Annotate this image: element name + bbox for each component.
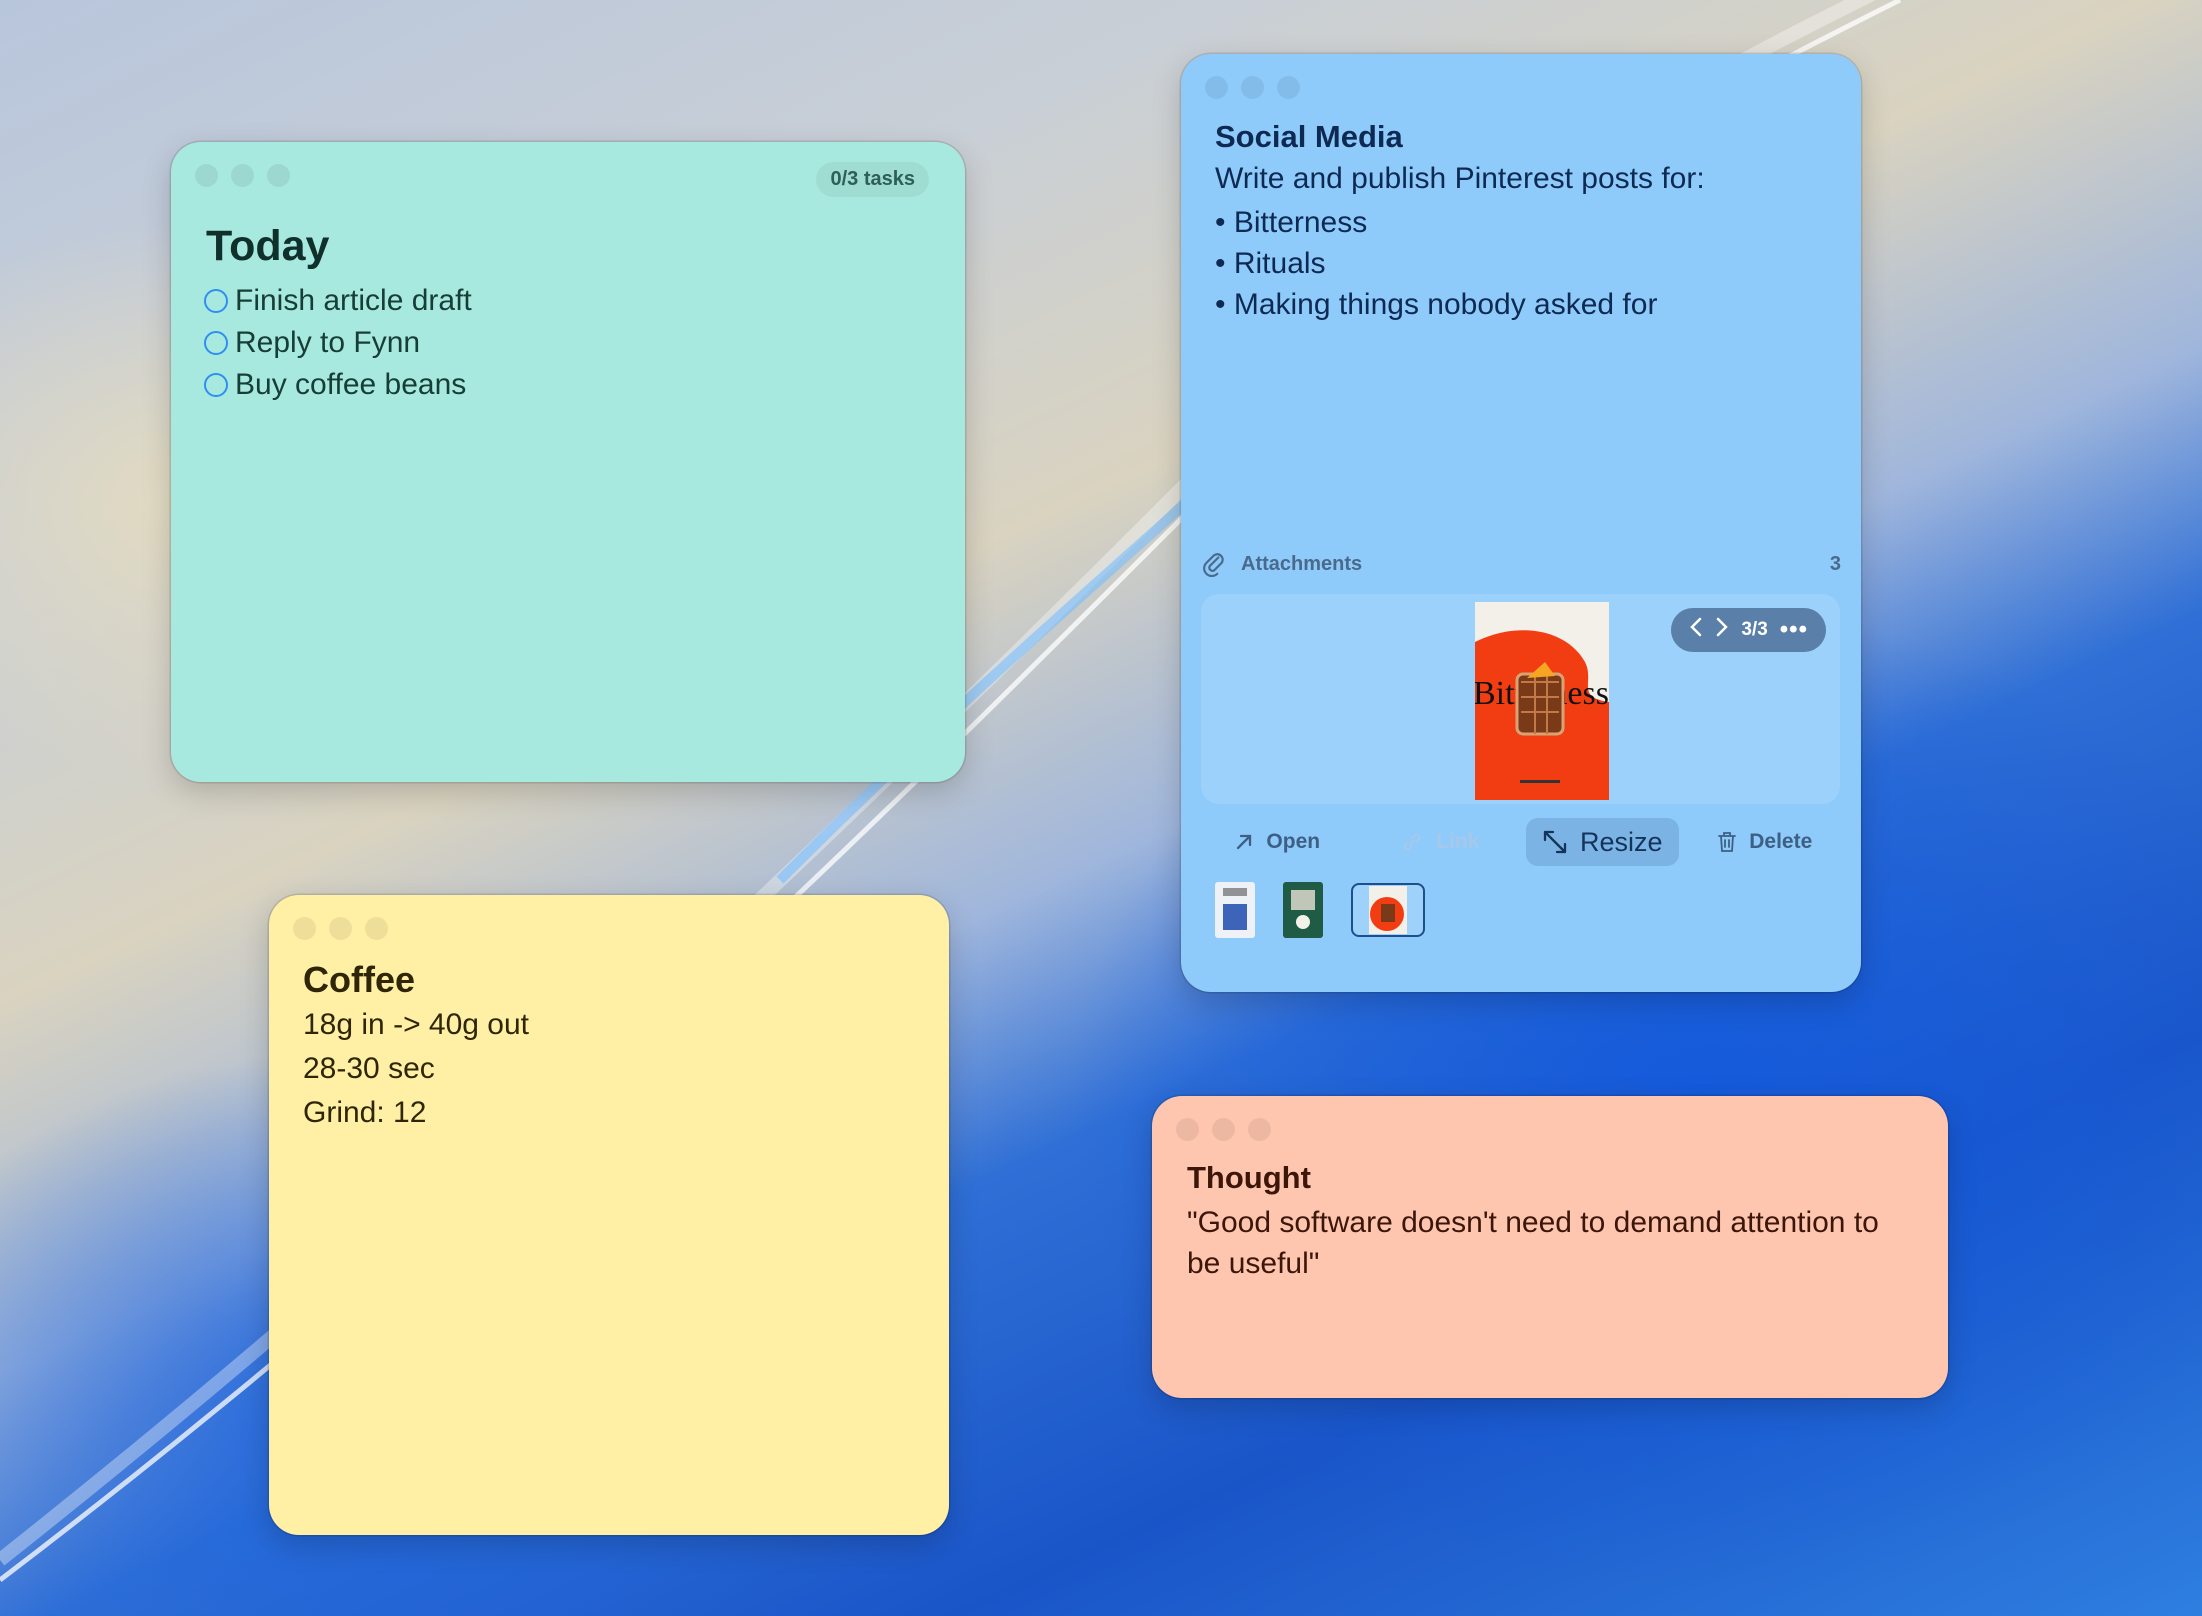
note-body[interactable]: Write and publish Pinterest posts for: •…	[1215, 162, 1705, 329]
attachment-thumbnail[interactable]	[1215, 882, 1255, 938]
bitterness-poster-image: Bitterness	[1475, 602, 1609, 800]
note-today[interactable]: 0/3 tasks Today Finish article draft Rep…	[171, 142, 965, 782]
arrow-up-right-icon	[1237, 834, 1252, 850]
resize-button[interactable]: Resize	[1526, 818, 1679, 866]
minimize-button[interactable]	[231, 164, 254, 187]
note-line: Grind: 12	[303, 1096, 427, 1129]
task-count-badge: 0/3 tasks	[816, 162, 929, 197]
attachment-preview[interactable]: Bitterness 3/3 •••	[1201, 594, 1840, 804]
task-checkbox[interactable]	[204, 331, 228, 355]
resize-arrows-icon	[1543, 830, 1567, 854]
task-item[interactable]: Finish article draft	[204, 280, 472, 322]
chevron-left-icon[interactable]	[1689, 616, 1703, 644]
note-title: Coffee	[303, 959, 416, 1000]
minimize-button[interactable]	[329, 917, 352, 940]
note-coffee[interactable]: Coffee 18g in -> 40g out 28-30 sec Grind…	[269, 895, 949, 1535]
zoom-button[interactable]	[267, 164, 290, 187]
close-button[interactable]	[1176, 1118, 1199, 1141]
note-social-media[interactable]: Social Media Write and publish Pinterest…	[1181, 54, 1861, 992]
close-button[interactable]	[293, 917, 316, 940]
trash-icon	[1718, 832, 1737, 852]
zoom-button[interactable]	[1277, 76, 1300, 99]
zoom-button[interactable]	[365, 917, 388, 940]
note-title: Thought	[1187, 1160, 1311, 1195]
task-label: Finish article draft	[235, 284, 472, 317]
attachments-count: 3	[1829, 552, 1841, 575]
zoom-button[interactable]	[1248, 1118, 1271, 1141]
task-item[interactable]: Reply to Fynn	[204, 322, 472, 364]
note-line: 28-30 sec	[303, 1052, 435, 1085]
delete-button[interactable]: Delete	[1689, 818, 1842, 866]
note-body[interactable]: "Good software doesn't need to demand at…	[1187, 1202, 1917, 1284]
attachment-image[interactable]: Bitterness	[1475, 602, 1609, 800]
attachments-label: Attachments	[1241, 552, 1363, 575]
note-thought[interactable]: Thought "Good software doesn't need to d…	[1152, 1096, 1948, 1398]
bullet-item: • Making things nobody asked for	[1215, 288, 1658, 321]
attachments-header[interactable]: Attachments 3	[1201, 546, 1841, 582]
task-label: Buy coffee beans	[235, 368, 467, 401]
chevron-right-icon[interactable]	[1715, 616, 1729, 644]
minimize-button[interactable]	[1212, 1118, 1235, 1141]
task-list: Finish article draft Reply to Fynn Buy c…	[204, 280, 472, 406]
attachment-thumbnail[interactable]	[1283, 882, 1323, 938]
note-title: Social Media	[1215, 119, 1403, 154]
open-button[interactable]: Open	[1201, 818, 1354, 866]
note-line: 18g in -> 40g out	[303, 1008, 530, 1041]
window-controls[interactable]	[1176, 1118, 1271, 1141]
attachment-thumbnail-selected[interactable]	[1351, 883, 1425, 937]
window-controls[interactable]	[293, 917, 388, 940]
note-body[interactable]: 18g in -> 40g out 28-30 sec Grind: 12	[303, 1008, 529, 1140]
task-checkbox[interactable]	[204, 289, 228, 313]
paperclip-icon	[1203, 553, 1224, 577]
bullet-item: • Bitterness	[1215, 206, 1368, 239]
attachment-pager: 3/3 •••	[1671, 608, 1826, 652]
task-label: Reply to Fynn	[235, 326, 421, 359]
close-button[interactable]	[195, 164, 218, 187]
attachment-actions: Open Link Resize Delete	[1201, 818, 1841, 866]
note-title: Today	[206, 222, 330, 270]
task-item[interactable]: Buy coffee beans	[204, 364, 472, 406]
window-controls[interactable]	[195, 164, 290, 187]
bullet-item: • Rituals	[1215, 247, 1326, 280]
minimize-button[interactable]	[1241, 76, 1264, 99]
close-button[interactable]	[1205, 76, 1228, 99]
window-controls[interactable]	[1205, 76, 1300, 99]
note-intro: Write and publish Pinterest posts for:	[1215, 162, 1705, 195]
link-icon	[1403, 833, 1421, 851]
link-button[interactable]: Link	[1364, 818, 1517, 866]
more-icon[interactable]: •••	[1780, 616, 1808, 644]
attachment-thumbnails	[1215, 882, 1425, 938]
task-checkbox[interactable]	[204, 373, 228, 397]
pager-position: 3/3	[1741, 619, 1768, 640]
